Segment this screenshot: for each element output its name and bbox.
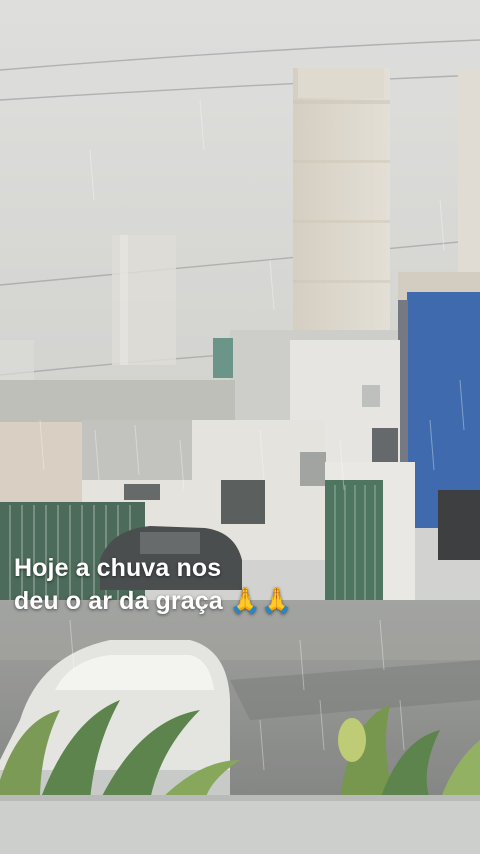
praying-hands-emoji: 🙏🙏 — [229, 587, 293, 615]
caption-line-2-text: deu o ar da graça — [14, 587, 223, 615]
rainy-street-photo — [0, 0, 480, 854]
rain-haze — [0, 0, 480, 854]
story-caption: Hoje a chuva nos deu o ar da graça 🙏🙏 — [14, 552, 454, 618]
story-frame: Hoje a chuva nos deu o ar da graça 🙏🙏 — [0, 0, 480, 854]
caption-line-1: Hoje a chuva nos — [14, 554, 222, 582]
caption-line-2: deu o ar da graça 🙏🙏 — [14, 585, 454, 618]
